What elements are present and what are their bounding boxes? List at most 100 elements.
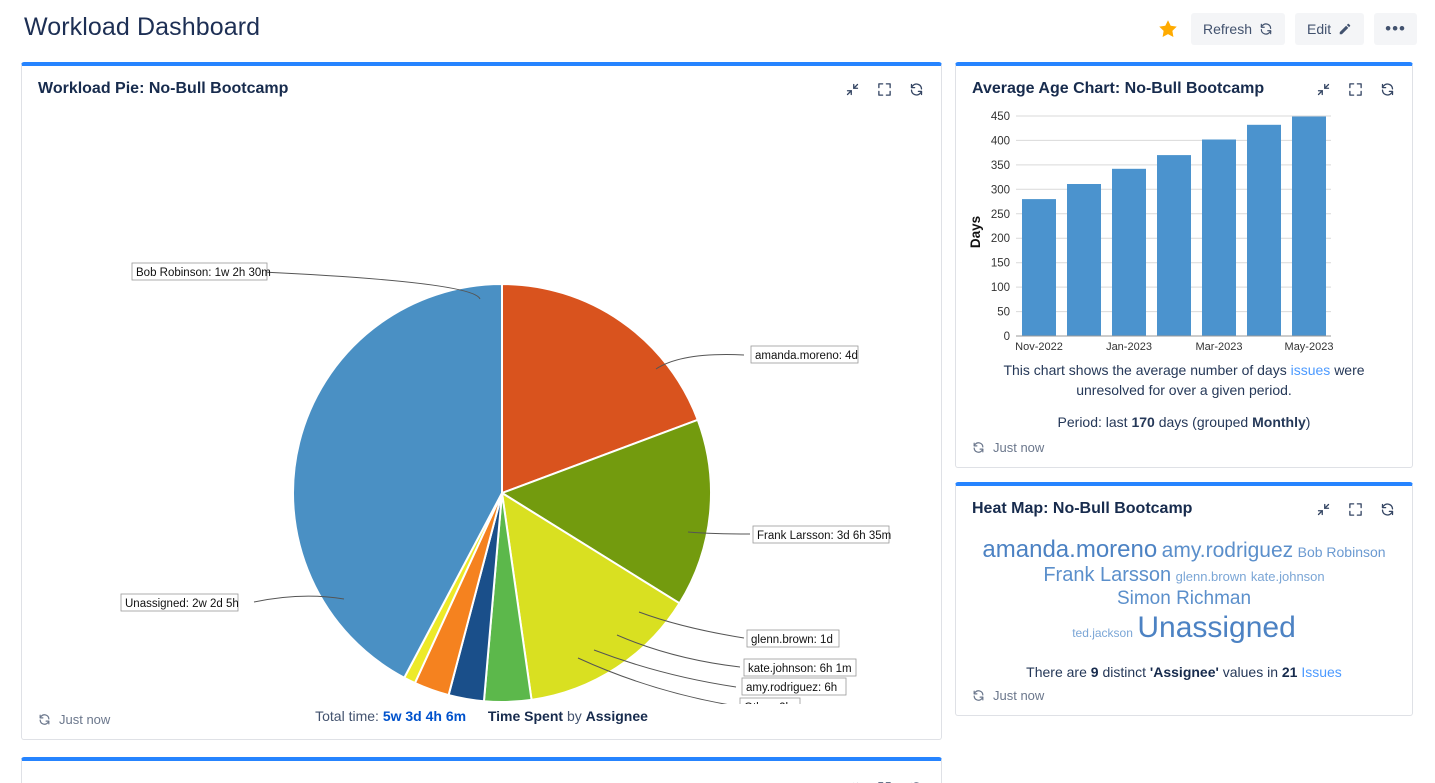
summary-prefix: There are [1026,663,1087,680]
pie-by-word: by [566,708,582,724]
collapse-arrows-icon[interactable] [1314,500,1332,518]
svg-text:0: 0 [1004,331,1010,343]
svg-text:50: 50 [997,307,1010,319]
pie-chart-body: Bob Robinson: 1w 2h 30m amanda.moreno: 4… [22,104,941,724]
summary-mid: distinct [1102,663,1147,680]
maximize-icon[interactable] [1346,500,1364,518]
svg-text:250: 250 [991,209,1010,221]
svg-text:150: 150 [991,258,1010,270]
favourite-star-button[interactable] [1155,16,1181,42]
refresh-button-label: Refresh [1202,21,1253,37]
pie-label-text: Unassigned: 2w 2d 5h [125,598,239,610]
bar-mar-2023[interactable] [1202,139,1236,337]
x-axis-tick-labels: Nov-2022 Jan-2023 Mar-2023 May-2023 [1015,341,1333,353]
distinct-count: 9 [1090,663,1099,680]
refresh-icon[interactable] [1378,80,1396,98]
issues-label: Issues [1301,663,1342,680]
pie-label-text: amanda.moreno: 4d [755,350,858,362]
gadget-header: Workload Pie: No-Bull Bootcamp [22,66,941,104]
gadget-tools [843,80,925,98]
field-name: 'Assignee' [1149,663,1219,680]
svg-text:Jan-2023: Jan-2023 [1106,341,1152,353]
dashboard-header: Workload Dashboard Refresh Edit ••• [0,0,1435,58]
heat-word-unassigned[interactable]: Unassigned [1137,611,1295,644]
pie-label-text: Other: 2h [744,702,792,704]
gadget-average-age-chart: Average Age Chart: No-Bull Bootcamp 0 50… [955,62,1413,468]
dashboard-column-right: Average Age Chart: No-Bull Bootcamp 0 50… [955,62,1413,730]
heat-word-ted-jackson[interactable]: ted.jackson [1072,626,1133,640]
bar-chart[interactable]: 0 50 100 150 200 250 300 350 400 450 Day… [956,104,1412,354]
edit-button[interactable]: Edit [1295,13,1365,45]
refresh-icon[interactable] [972,689,985,702]
collapse-arrows-icon[interactable] [1314,80,1332,98]
pie-label-bob-robinson: Bob Robinson: 1w 2h 30m [131,262,271,281]
bar-may-2023[interactable] [1292,116,1326,337]
total-time-label: Total time: [315,708,379,724]
maximize-icon[interactable] [875,779,893,783]
gadget-footer: Just now [956,680,1412,715]
svg-text:100: 100 [991,282,1010,294]
refresh-icon[interactable] [1378,500,1396,518]
refresh-icon[interactable] [907,80,925,98]
heat-word-frank-larsson[interactable]: Frank Larsson [1043,564,1171,586]
maximize-icon[interactable] [1346,80,1364,98]
refresh-icon[interactable] [907,779,925,783]
gadget-partial-bottom [21,757,942,783]
gadget-header: Average Age Chart: No-Bull Bootcamp [956,66,1412,104]
heat-word-amy-rodriguez[interactable]: amy.rodriguez [1162,539,1294,562]
heat-word-amanda-moreno[interactable]: amanda.moreno [982,536,1157,563]
bar-apr-2023[interactable] [1247,124,1281,336]
pie-label-amy-rodriguez: amy.rodriguez: 6h [741,677,847,696]
y-axis-tick-labels: 0 50 100 150 200 250 300 350 400 450 [991,111,1010,343]
maximize-icon[interactable] [875,80,893,98]
refresh-icon[interactable] [972,441,985,454]
gadget-title: Heat Map: No-Bull Bootcamp [972,500,1193,517]
total-time-value: 5w 3d 4h 6m [382,708,467,724]
gadget-footer: Just now [956,432,1412,467]
collapse-arrows-icon[interactable] [843,80,861,98]
pie-label-other: Other: 2h [739,697,801,704]
heat-word-glenn-brown[interactable]: glenn.brown [1176,569,1247,584]
issues-count: 21 [1281,663,1298,680]
heat-word-kate-johnson[interactable]: kate.johnson [1251,569,1325,584]
bar-nov-2022[interactable] [1022,199,1056,336]
pie-label-frank-larsson: Frank Larsson: 3d 6h 35m [752,525,891,544]
refresh-icon [1260,23,1272,35]
svg-text:300: 300 [991,184,1010,196]
last-updated-label: Just now [993,440,1045,455]
pie-label-glenn-brown: glenn.brown: 1d [746,629,840,648]
pie-label-text: kate.johnson: 6h 1m [748,663,852,675]
heat-word-simon-richman[interactable]: Simon Richman [1117,588,1251,609]
heat-word-bob-robinson[interactable]: Bob Robinson [1298,544,1386,560]
period-grouping: Monthly [1252,414,1306,430]
issues-count-link[interactable]: 21 Issues [1282,664,1342,680]
pie-total-summary: Total time: 5w 3d 4h 6m Time Spent by As… [22,708,941,724]
svg-text:Mar-2023: Mar-2023 [1195,341,1242,353]
gadget-title: Average Age Chart: No-Bull Bootcamp [972,80,1265,97]
gadget-workload-pie: Workload Pie: No-Bull Bootcamp Bob Robin… [21,62,942,740]
pie-group-field: Assignee [585,708,648,724]
pie-chart[interactable]: Bob Robinson: 1w 2h 30m amanda.moreno: 4… [22,104,941,704]
pie-label-amanda-moreno: amanda.moreno: 4d [750,345,859,364]
issues-link[interactable]: issues [1291,362,1331,378]
page-title: Workload Dashboard [24,13,261,41]
heat-map-summary: There are 9 distinct 'Assignee' values i… [956,650,1412,680]
bar-dec-2022[interactable] [1067,184,1101,336]
collapse-arrows-icon[interactable] [843,779,861,783]
gadget-tools [1314,500,1396,518]
dashboard-column-left: Workload Pie: No-Bull Bootcamp Bob Robin… [21,62,942,754]
period-suffix: ) [1305,414,1311,430]
last-updated-label: Just now [993,687,1045,703]
bar-feb-2023[interactable] [1157,155,1191,336]
pie-label-kate-johnson: kate.johnson: 6h 1m [743,658,857,677]
pie-label-unassigned: Unassigned: 2w 2d 5h [120,593,239,612]
more-actions-button[interactable]: ••• [1374,13,1417,45]
refresh-button[interactable]: Refresh [1190,13,1286,45]
average-age-description: This chart shows the average number of d… [956,354,1412,400]
header-actions: Refresh Edit ••• [1155,13,1417,45]
pie-label-text: glenn.brown: 1d [751,634,833,646]
period-prefix: Period: last [1057,414,1128,430]
gadget-heat-map: Heat Map: No-Bull Bootcamp amanda.moreno… [955,482,1413,716]
bar-jan-2023[interactable] [1112,168,1146,336]
pie-label-text: amy.rodriguez: 6h [746,682,837,694]
